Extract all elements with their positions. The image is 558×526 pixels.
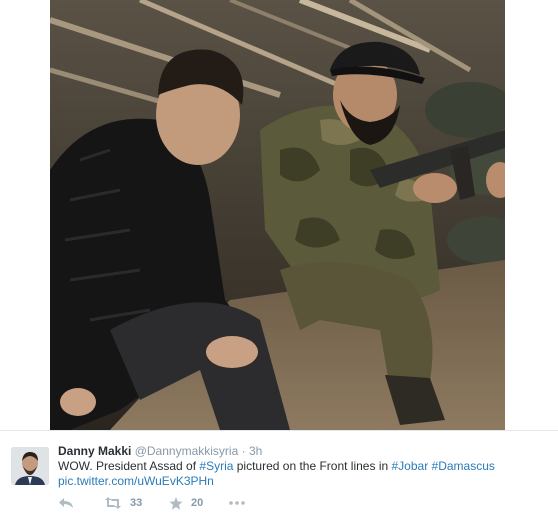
tweet-text: WOW. President Assad of #Syria pictured … <box>58 459 538 489</box>
user-handle[interactable]: @Dannymakkisyria <box>135 444 239 458</box>
tweet-text-part: WOW. President Assad of <box>58 459 200 473</box>
avatar[interactable] <box>11 447 49 485</box>
star-icon <box>169 496 183 510</box>
retweet-icon <box>105 497 121 509</box>
favorite-button[interactable]: 20 <box>169 496 229 510</box>
hashtag-jobar[interactable]: #Jobar <box>392 459 429 473</box>
tweet-text-part: pictured on the Front lines in <box>233 459 392 473</box>
more-button[interactable] <box>229 501 245 505</box>
retweet-count: 33 <box>130 497 143 509</box>
more-icon <box>229 501 245 505</box>
retweet-button[interactable]: 33 <box>104 497 169 509</box>
tweet-photo[interactable] <box>50 0 505 430</box>
reply-button[interactable] <box>58 497 104 509</box>
avatar-image <box>11 447 49 485</box>
tweet-header: Danny Makki @Dannymakkisyria · 3h <box>58 443 262 459</box>
tweet-timestamp[interactable]: 3h <box>249 444 262 458</box>
media-link[interactable]: pic.twitter.com/uWuEvK3PHn <box>58 474 538 489</box>
hashtag-syria[interactable]: #Syria <box>199 459 233 473</box>
tweet-card: Danny Makki @Dannymakkisyria · 3h WOW. P… <box>0 431 558 526</box>
favorite-count: 20 <box>191 497 204 509</box>
hashtag-damascus[interactable]: #Damascus <box>432 459 495 473</box>
header-separator: · <box>241 444 246 458</box>
tweet-media <box>0 0 558 430</box>
photo-image <box>50 0 505 430</box>
reply-icon <box>59 498 73 508</box>
user-fullname[interactable]: Danny Makki <box>58 444 131 458</box>
tweet-actions: 33 20 <box>58 494 245 512</box>
